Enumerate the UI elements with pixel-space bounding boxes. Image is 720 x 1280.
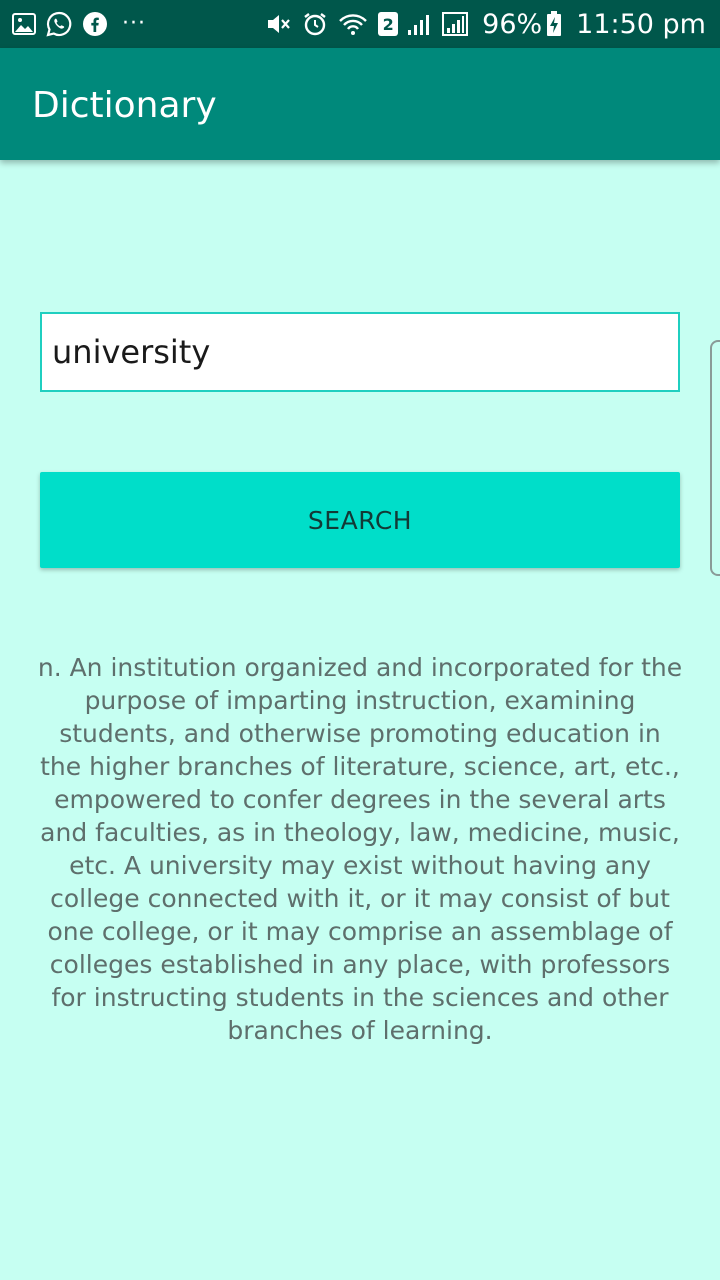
- battery-charging-icon: [546, 11, 562, 37]
- status-bar-left: ···: [12, 11, 146, 37]
- mute-icon: [266, 12, 292, 36]
- app-title: Dictionary: [32, 85, 217, 126]
- clock: 11:50 pm: [576, 8, 706, 40]
- app-bar: Dictionary: [0, 48, 720, 160]
- signal-icon-sim1: [406, 12, 432, 36]
- sim-2-badge: 2: [378, 12, 399, 36]
- wifi-icon: [338, 12, 368, 36]
- status-bar-right: 2 96% 11:50 pm: [266, 9, 710, 40]
- facebook-icon: [82, 11, 108, 37]
- status-bar: ··· 2 96% 11:50 pm: [0, 0, 720, 48]
- signal-icon-sim2: [442, 12, 469, 36]
- search-button[interactable]: SEARCH: [40, 472, 680, 568]
- whatsapp-icon: [46, 11, 72, 37]
- search-input[interactable]: [40, 312, 680, 392]
- edge-panel-handle[interactable]: [710, 340, 720, 576]
- definition-text: n. An institution organized and incorpor…: [37, 653, 683, 1045]
- gallery-icon: [12, 13, 36, 35]
- battery-percent: 96%: [482, 8, 543, 40]
- more-notifications-icon: ···: [122, 11, 146, 36]
- alarm-icon: [302, 11, 328, 37]
